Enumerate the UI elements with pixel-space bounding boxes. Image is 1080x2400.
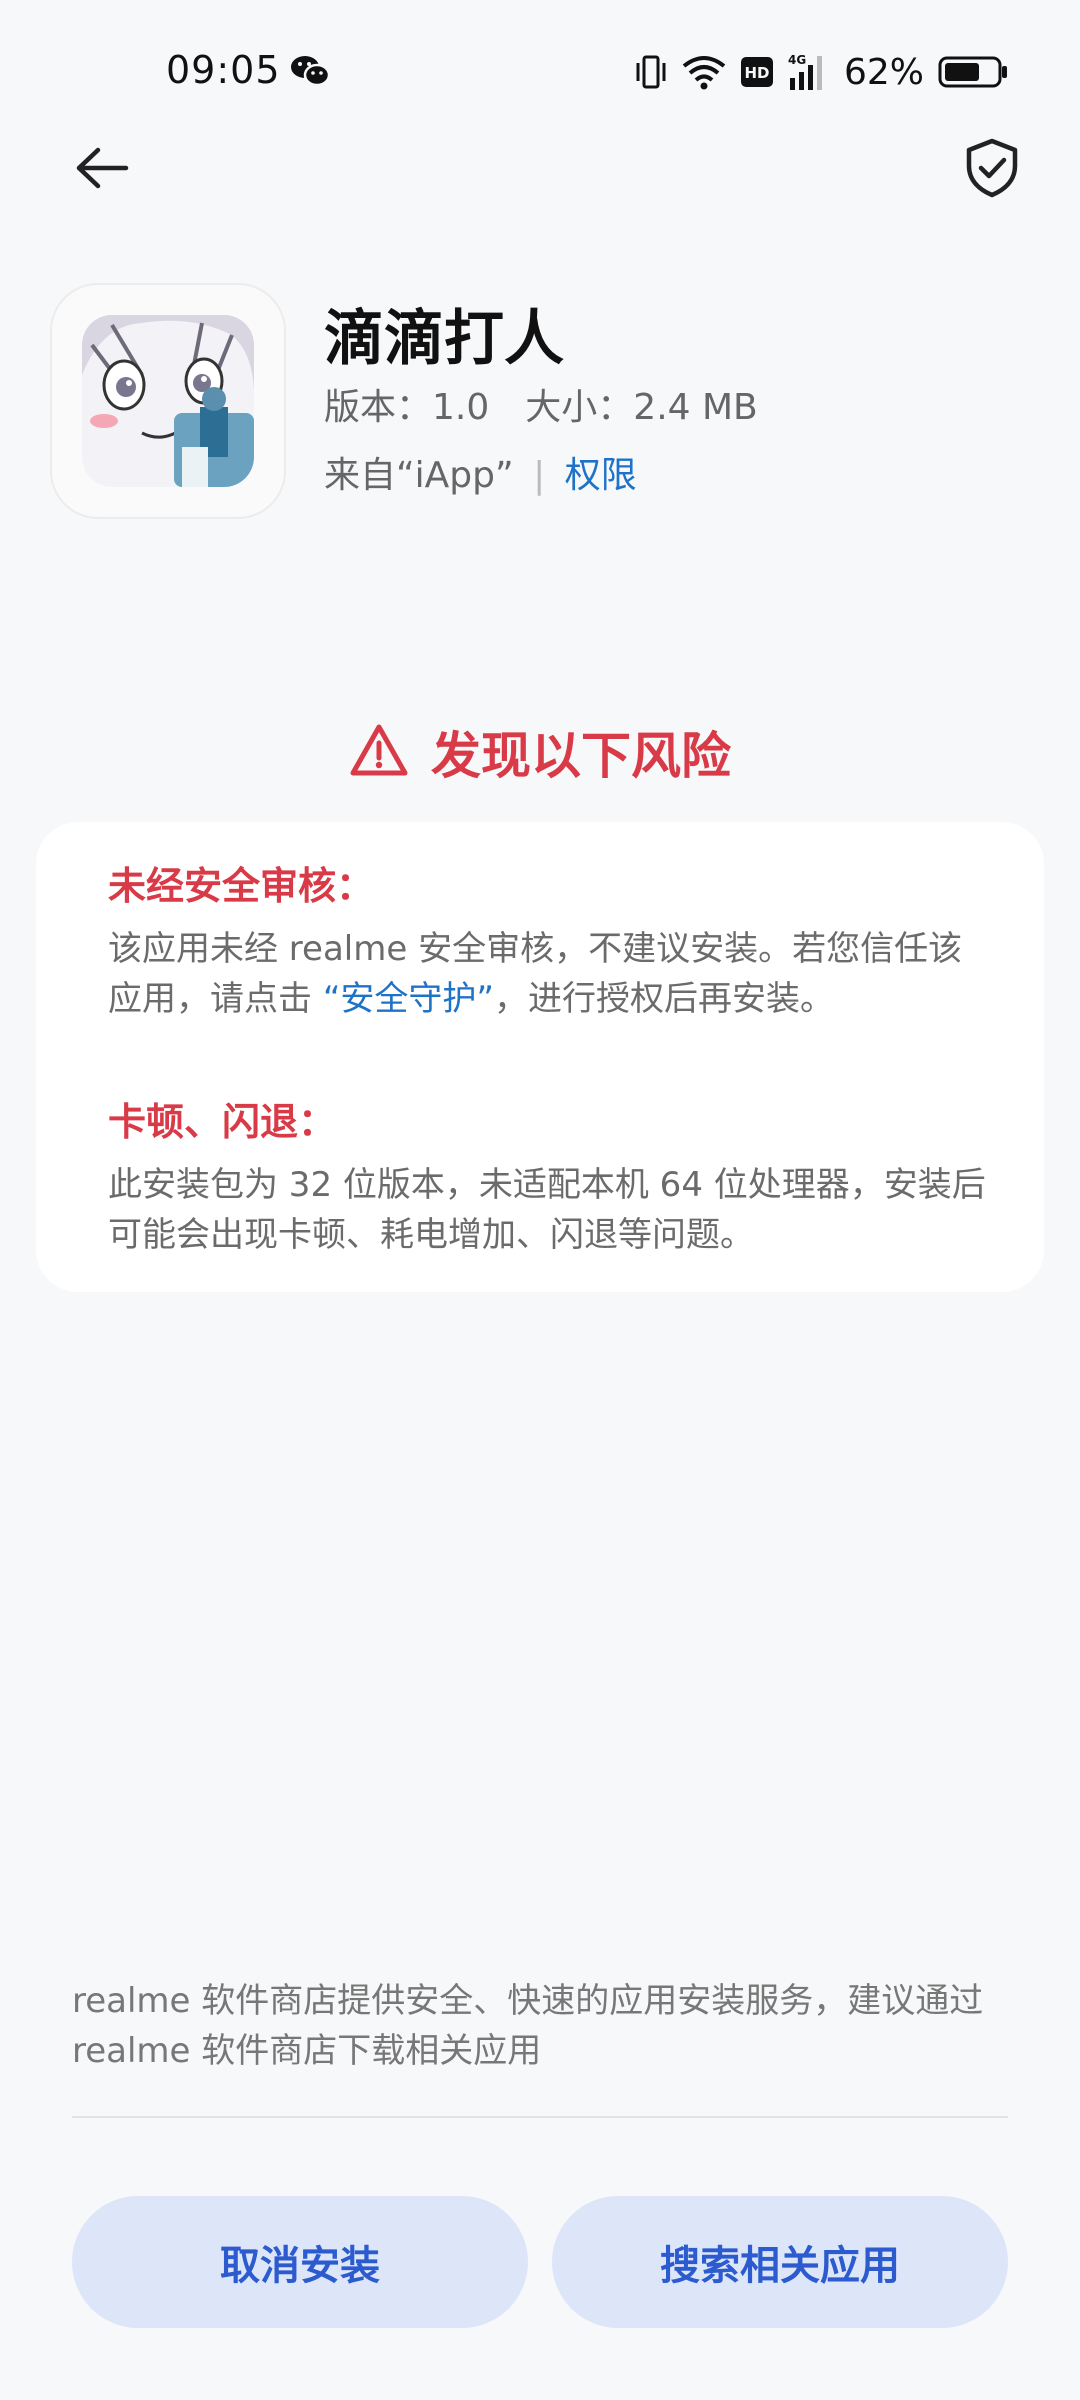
version-label: 版本： <box>324 387 433 428</box>
footer-divider <box>72 2116 1008 2118</box>
app-icon <box>82 315 254 487</box>
app-name: 滴滴打人 <box>324 304 564 374</box>
wechat-icon <box>290 54 331 88</box>
arrow-left-icon <box>74 146 130 194</box>
permissions-link[interactable]: 权限 <box>565 455 637 496</box>
back-button[interactable] <box>62 130 142 210</box>
app-source: 来自“iApp” <box>324 455 514 496</box>
risk-title: 发现以下风险 <box>431 727 731 785</box>
wifi-icon <box>682 54 726 90</box>
status-time: 09:05 <box>166 48 281 92</box>
risk-item-title: 卡顿、闪退： <box>108 1100 337 1144</box>
risk-item-title: 未经安全审核： <box>108 864 375 908</box>
security-guard-link[interactable]: “安全守护” <box>323 979 494 1019</box>
svg-text:4G: 4G <box>788 53 806 67</box>
size-label: 大小： <box>525 387 634 428</box>
risk-card: 未经安全审核： 该应用未经 realme 安全审核，不建议安装。若您信任该应用，… <box>36 822 1044 1292</box>
risk-item-unverified: 未经安全审核： 该应用未经 realme 安全审核，不建议安装。若您信任该应用，… <box>108 862 988 1024</box>
search-related-apps-button[interactable]: 搜索相关应用 <box>552 2196 1008 2328</box>
footer-note: realme 软件商店提供安全、快速的应用安装服务，建议通过 realme 软件… <box>72 1981 984 2071</box>
battery-icon <box>938 56 1008 88</box>
cancel-install-button[interactable]: 取消安装 <box>72 2196 528 2328</box>
status-bar: 09:05 HD 4G 62% <box>0 0 1080 140</box>
risk-item-description: 此安装包为 32 位版本，未适配本机 64 位处理器，安装后可能会出现卡顿、耗电… <box>108 1165 986 1255</box>
battery-percentage: 62% <box>843 51 924 93</box>
source-divider: | <box>533 455 546 496</box>
security-shield-button[interactable] <box>952 130 1032 210</box>
app-icon-container <box>50 283 286 519</box>
4g-signal-icon: 4G <box>788 52 830 92</box>
app-source-line: 来自“iApp” | 权限 <box>324 446 637 498</box>
status-icons: HD 4G 62% <box>634 50 1008 94</box>
size-value: 2.4 MB <box>633 387 758 428</box>
svg-text:HD: HD <box>744 64 769 82</box>
version-value: 1.0 <box>432 387 490 428</box>
risk-item-compatibility: 卡顿、闪退： 此安装包为 32 位版本，未适配本机 64 位处理器，安装后可能会… <box>108 1098 988 1260</box>
app-meta: 版本：1.0 大小：2.4 MB <box>324 378 758 430</box>
hd-icon: HD <box>740 56 774 88</box>
shield-check-icon <box>964 138 1020 202</box>
risk-item-description: 该应用未经 realme 安全审核，不建议安装。若您信任该应用，请点击 “安全守… <box>108 924 988 1024</box>
vibrate-icon <box>634 54 668 90</box>
risk-header: 发现以下风险 <box>0 716 1080 788</box>
risk-desc-text-end: ，进行授权后再安装。 <box>494 979 835 1019</box>
warning-triangle-icon <box>349 723 409 781</box>
